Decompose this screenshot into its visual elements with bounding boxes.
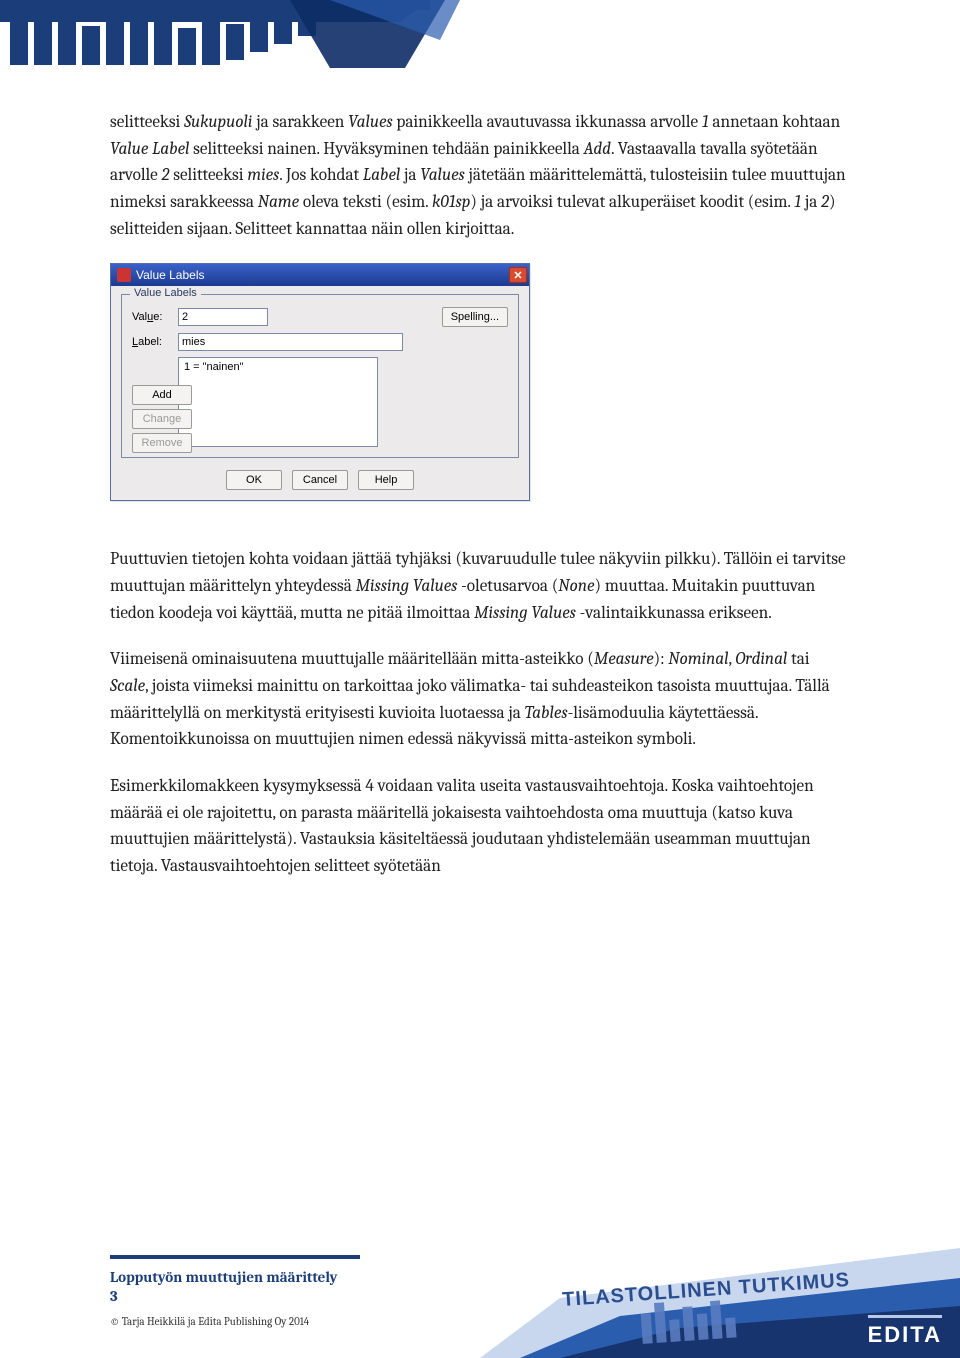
copyright: © Tarja Heikkilä ja Edita Publishing Oy … (110, 1315, 850, 1328)
value-input[interactable] (178, 308, 268, 326)
help-button[interactable]: Help (358, 470, 414, 490)
value-labels-group: Value Labels Value: Spelling... Label: 1… (121, 294, 519, 458)
footer-rule (110, 1255, 360, 1259)
ok-button[interactable]: OK (226, 470, 282, 490)
dialog-titlebar: Value Labels ✕ (111, 264, 529, 286)
group-legend: Value Labels (130, 287, 201, 299)
value-labels-dialog: Value Labels ✕ Value Labels Value: Spell… (110, 263, 530, 501)
list-item[interactable]: 1 = "nainen" (184, 361, 372, 373)
paragraph-1: selitteeksi Sukupuoli ja sarakkeen Value… (110, 110, 850, 243)
value-label: Value: (132, 311, 172, 323)
change-button[interactable]: Change (132, 409, 192, 429)
remove-button[interactable]: Remove (132, 433, 192, 453)
cancel-button[interactable]: Cancel (292, 470, 348, 490)
app-icon (117, 268, 131, 282)
top-decoration (0, 0, 960, 95)
page-number: 3 (110, 1287, 850, 1305)
dialog-title-text: Value Labels (136, 268, 205, 282)
page-footer: Lopputyön muuttujien määrittely 3 © Tarj… (110, 1255, 850, 1328)
spelling-button[interactable]: Spelling... (442, 307, 508, 327)
paragraph-2: Puuttuvien tietojen kohta voidaan jättää… (110, 547, 850, 627)
page-content: selitteeksi Sukupuoli ja sarakkeen Value… (0, 0, 960, 881)
paragraph-3: Viimeisenä ominaisuutena muuttujalle mää… (110, 647, 850, 754)
footer-title: Lopputyön muuttujien määrittely (110, 1267, 850, 1287)
label-input[interactable] (178, 333, 403, 351)
add-button[interactable]: Add (132, 385, 192, 405)
values-listbox[interactable]: 1 = "nainen" (178, 357, 378, 447)
close-icon[interactable]: ✕ (509, 267, 527, 283)
paragraph-4: Esimerkkilomakkeen kysymyksessä 4 voidaa… (110, 774, 850, 881)
brand-edita: EDITA (868, 1315, 942, 1348)
label-label: Label: (132, 336, 172, 348)
